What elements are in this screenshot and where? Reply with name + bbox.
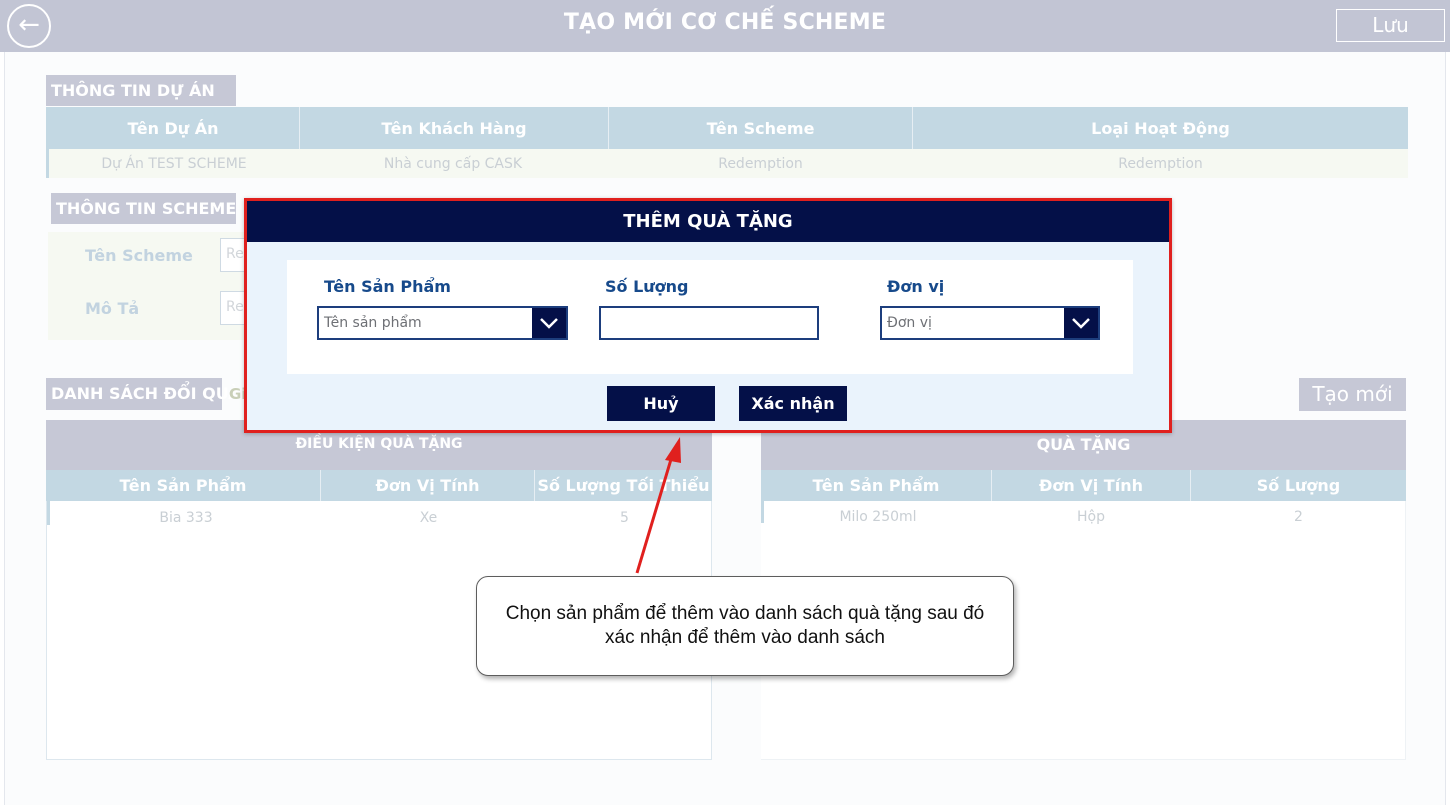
instruction-callout: Chọn sản phẩm để thêm vào danh sách quà … bbox=[476, 576, 1014, 676]
scheme-name-input[interactable]: Re bbox=[220, 238, 246, 272]
project-table-header: Tên Dự Án Tên Khách Hàng Tên Scheme Loại… bbox=[46, 107, 1408, 149]
add-gift-modal: THÊM QUÀ TẶNG Tên Sản Phẩm Tên sản phẩm … bbox=[244, 198, 1172, 433]
quantity-label: Số Lượng bbox=[605, 277, 689, 296]
create-new-button[interactable]: Tạo mới bbox=[1299, 378, 1406, 411]
save-button[interactable]: Lưu bbox=[1336, 9, 1445, 42]
condition-title: ĐIỀU KIỆN QUÀ TẶNG bbox=[295, 436, 463, 452]
product-select-value: Tên sản phẩm bbox=[324, 315, 422, 331]
project-info-label: THÔNG TIN DỰ ÁN bbox=[46, 75, 236, 106]
activity-type-value: Redemption bbox=[1118, 156, 1203, 172]
confirm-button[interactable]: Xác nhận bbox=[739, 386, 847, 421]
condition-product-value: Bia 333 bbox=[159, 510, 213, 526]
condition-table-header: Tên Sản Phẩm Đơn Vị Tính Số Lượng Tối Th… bbox=[46, 470, 712, 501]
col-scheme-name: Tên Scheme bbox=[706, 118, 815, 138]
condition-unit-value: Xe bbox=[419, 510, 438, 526]
gift-unit-value: Hộp bbox=[1077, 509, 1105, 525]
description-label: Mô Tả bbox=[85, 299, 140, 318]
chevron-down-icon[interactable] bbox=[532, 308, 566, 338]
unit-label: Đơn vị bbox=[887, 277, 945, 296]
col-customer-name: Tên Khách Hàng bbox=[381, 118, 527, 138]
callout-text: Chọn sản phẩm để thêm vào danh sách quà … bbox=[505, 603, 985, 648]
gift-col-qty: Số Lượng bbox=[1256, 476, 1341, 495]
customer-name-value: Nhà cung cấp CASK bbox=[383, 156, 523, 172]
col-activity-type: Loại Hoạt Động bbox=[1091, 118, 1230, 138]
cancel-button[interactable]: Huỷ bbox=[607, 386, 715, 421]
unit-select[interactable]: Đơn vị bbox=[880, 306, 1100, 340]
condition-min-qty-value: 5 bbox=[620, 510, 629, 526]
table-row[interactable]: Bia 333 Xe 5 bbox=[47, 501, 713, 526]
gift-qty-value: 2 bbox=[1294, 509, 1303, 525]
gift-table-header: Tên Sản Phẩm Đơn Vị Tính Số Lượng bbox=[761, 470, 1406, 501]
condition-col-product: Tên Sản Phẩm bbox=[119, 476, 247, 495]
scheme-name-label: Tên Scheme bbox=[85, 246, 193, 265]
project-name-value: Dự Án TEST SCHEME bbox=[101, 156, 247, 172]
product-select[interactable]: Tên sản phẩm bbox=[317, 306, 568, 340]
scheme-info-label: THÔNG TIN SCHEME bbox=[51, 193, 236, 224]
condition-col-unit: Đơn Vị Tính bbox=[375, 476, 480, 495]
condition-col-min-qty: Số Lượng Tối Thiểu bbox=[537, 476, 710, 495]
top-bar: ← TẠO MỚI CƠ CHẾ SCHEME Lưu bbox=[0, 0, 1450, 52]
unit-select-value: Đơn vị bbox=[887, 315, 932, 331]
modal-title: THÊM QUÀ TẶNG bbox=[247, 201, 1169, 242]
modal-form: Tên Sản Phẩm Tên sản phẩm Số Lượng Đơn v… bbox=[287, 260, 1133, 374]
col-project-name: Tên Dự Án bbox=[127, 118, 219, 138]
chevron-down-icon[interactable] bbox=[1064, 308, 1098, 338]
quantity-input[interactable] bbox=[599, 306, 819, 340]
gift-col-unit: Đơn Vị Tính bbox=[1039, 476, 1143, 495]
gift-title: QUÀ TẶNG bbox=[1036, 435, 1131, 454]
scheme-name-value: Redemption bbox=[718, 156, 803, 172]
gift-col-product: Tên Sản Phẩm bbox=[812, 476, 940, 495]
table-row[interactable]: Milo 250ml Hộp 2 bbox=[761, 501, 1406, 525]
gift-product-value: Milo 250ml bbox=[839, 509, 917, 525]
product-label: Tên Sản Phẩm bbox=[324, 277, 451, 296]
description-input[interactable]: Re bbox=[220, 291, 246, 325]
gift-list-label: DANH SÁCH ĐỔI QUÀ bbox=[46, 378, 241, 410]
page-title: TẠO MỚI CƠ CHẾ SCHEME bbox=[563, 10, 887, 35]
project-table-row[interactable]: Dự Án TEST SCHEME Nhà cung cấp CASK Rede… bbox=[46, 149, 1408, 178]
